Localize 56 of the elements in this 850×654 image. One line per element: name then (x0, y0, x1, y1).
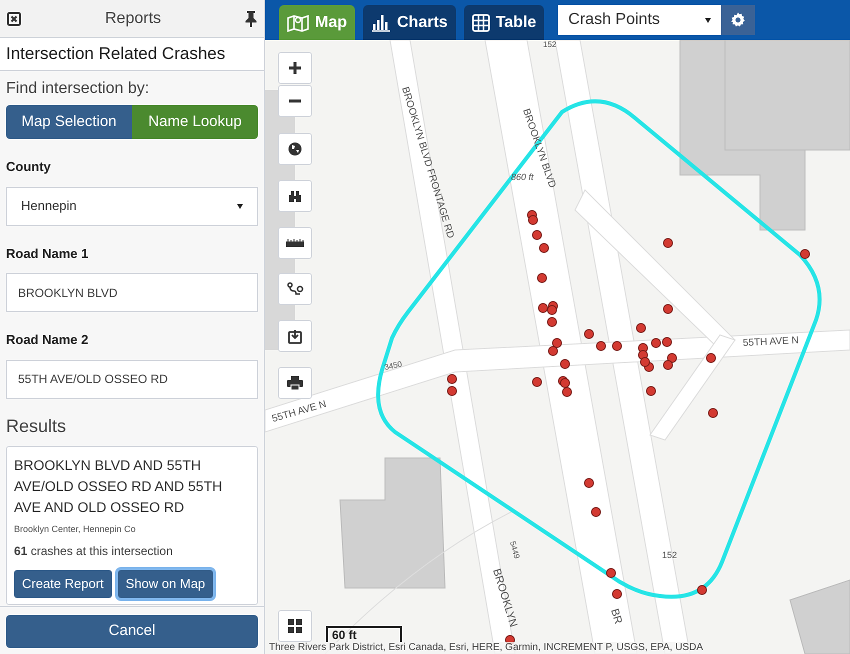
route-icon (286, 282, 304, 296)
print-button[interactable] (278, 367, 312, 399)
mode-toggle[interactable]: Map Selection (6, 105, 132, 139)
close-icon[interactable] (7, 12, 21, 26)
zoom-out-button[interactable] (278, 85, 312, 117)
binoculars-button[interactable] (278, 180, 312, 212)
layer-dropdown[interactable]: Crash Points (558, 5, 722, 35)
map-label: 3450 (384, 359, 403, 372)
printer-icon (287, 376, 303, 390)
map-label: 55TH AVE N (742, 335, 800, 349)
result-button[interactable]: Create Report (14, 570, 112, 598)
globe-icon (288, 142, 302, 156)
section-heading: Intersection Related Crashes (6, 44, 226, 63)
bar-chart-icon (371, 14, 391, 32)
ruler-button[interactable] (278, 227, 312, 259)
road-name-field[interactable]: BROOKLYN BLVD (6, 273, 258, 312)
map-label: 5449 (508, 540, 522, 560)
field-label: County (6, 158, 52, 176)
caret-icon (237, 204, 243, 208)
find-label: Find intersection by: (6, 79, 150, 99)
location-text: Brooklyn Center, Hennepin Co (14, 522, 137, 536)
road-name-field[interactable]: 55TH AVE/OLD OSSEO RD (6, 360, 258, 398)
view-tab[interactable]: Charts (363, 5, 456, 40)
caret-icon (705, 18, 712, 22)
ruler-icon (286, 239, 304, 247)
results-heading: Results (6, 414, 68, 438)
map-label: 55TH AVE N (270, 398, 328, 425)
map-label: 152 (543, 40, 556, 49)
map-label: 152 (662, 550, 678, 560)
grid-icon (288, 619, 302, 633)
basemap-button[interactable] (278, 610, 312, 642)
download-icon (288, 328, 302, 344)
panel-title: Reports (104, 8, 162, 28)
attribution-text: Three Rivers Park District, Esri Canada, Esri, HERE, Garmin, INCREMENT P, USGS, EPA, USDA (269, 642, 703, 654)
minus-icon (288, 99, 302, 103)
settings-icon (730, 12, 746, 28)
view-tab[interactable]: Table (464, 5, 544, 40)
table-icon (472, 14, 490, 32)
settings-button[interactable] (721, 5, 756, 35)
binoculars-icon (288, 189, 302, 203)
county-dropdown[interactable]: Hennepin (6, 186, 258, 226)
result-button[interactable]: Show on Map (118, 570, 214, 598)
field-label: Road Name 1 (6, 244, 90, 262)
pin-icon[interactable] (245, 10, 257, 28)
mode-toggle[interactable]: Name Lookup (132, 105, 258, 139)
map-label: BR (608, 607, 624, 626)
cancel-button[interactable]: Cancel (6, 615, 258, 648)
intersection-name: BROOKLYN BLVD AND 55TH AVE/OLD OSSEO RD AND 55TH AVE AND OLD OSSEO RD (14, 456, 224, 516)
export-button[interactable] (278, 320, 312, 352)
route-button[interactable] (278, 273, 312, 305)
globe-button[interactable] (278, 133, 312, 165)
zoom-in-button[interactable] (278, 52, 312, 84)
plus-icon (288, 61, 302, 75)
crash-count: 61 crashes at this intersection (14, 543, 174, 560)
map-icon (287, 12, 309, 32)
field-label: Road Name 2 (6, 331, 90, 349)
